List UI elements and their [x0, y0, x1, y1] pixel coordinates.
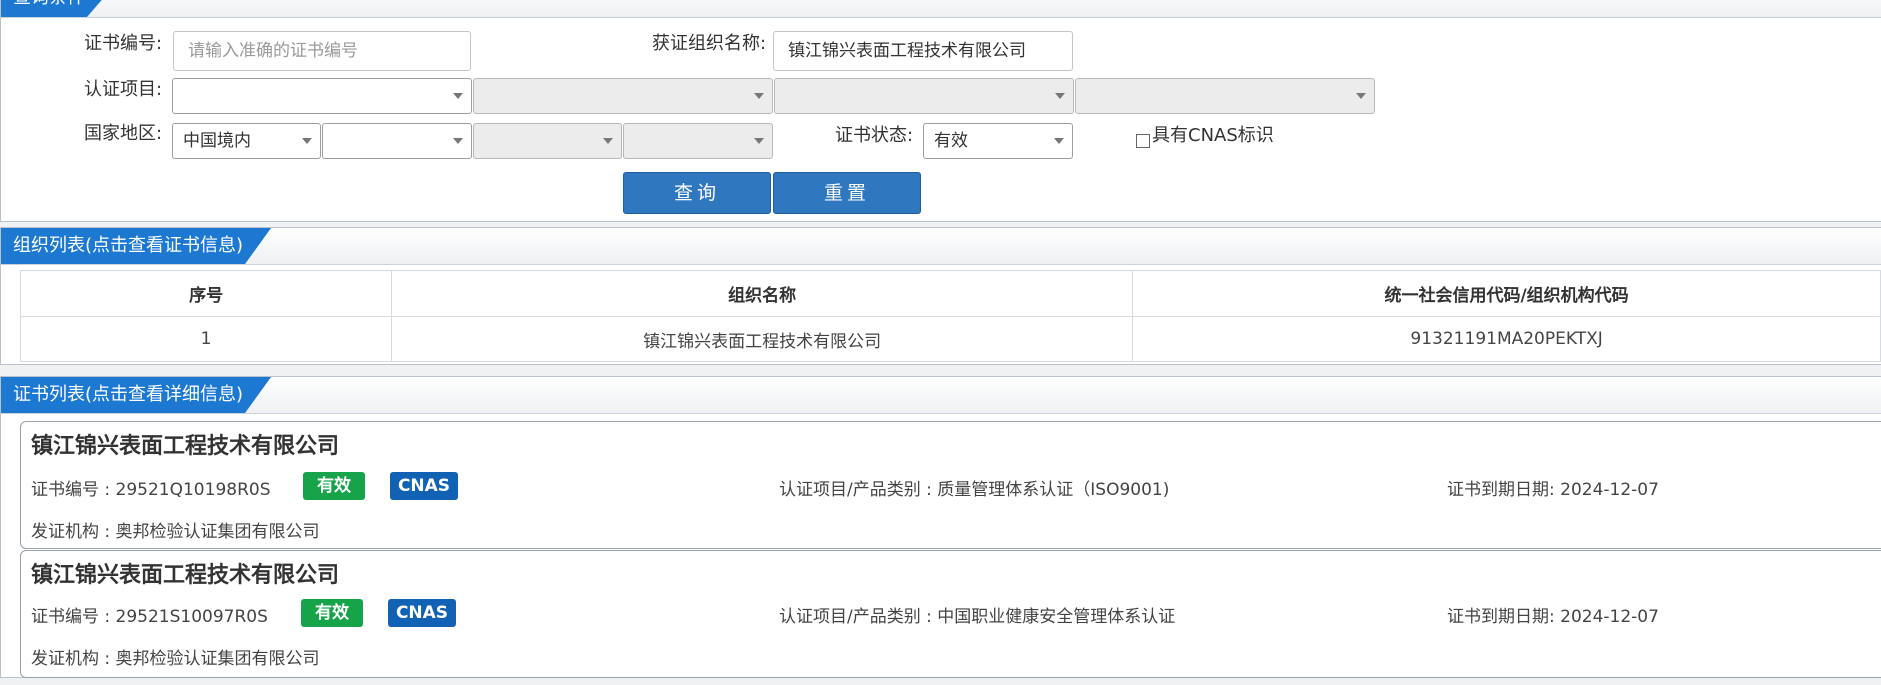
cnas-badge: CNAS [388, 599, 456, 627]
cnas-checkbox[interactable] [1136, 134, 1150, 148]
org-name-input[interactable]: 镇江锦兴表面工程技术有限公司 [773, 31, 1073, 71]
org-list-title: 组织列表(点击查看证书信息) [1, 228, 271, 264]
region-select-value: 中国境内 [183, 131, 251, 151]
region-select-province[interactable] [322, 123, 472, 159]
cert-item-select-1[interactable] [172, 78, 472, 114]
row-index: 1 [19, 316, 393, 362]
row-credit-code: 91321191MA20PEKTXJ [1132, 316, 1881, 362]
cnas-checkbox-label: 具有CNAS标识 [1152, 125, 1274, 146]
cert-item: 认证项目/产品类别 : 中国职业健康安全管理体系认证 [779, 607, 1176, 627]
cert-item-select-2[interactable] [473, 78, 773, 114]
cert-item-select-4[interactable] [1075, 78, 1375, 114]
org-name-label: 获证组织名称: [652, 33, 767, 54]
cert-org-name: 镇江锦兴表面工程技术有限公司 [31, 563, 340, 588]
region-select-district[interactable] [623, 123, 773, 159]
region-label: 国家地区: [84, 123, 163, 144]
query-panel: 查询条件 证书编号: 请输入准确的证书编号 获证组织名称: 镇江锦兴表面工程技术… [0, 0, 1881, 222]
cert-item: 认证项目/产品类别 : 质量管理体系认证（ISO9001) [779, 480, 1170, 500]
cert-no-input[interactable]: 请输入准确的证书编号 [173, 31, 471, 71]
status-select-value: 有效 [934, 131, 968, 151]
cert-number: 证书编号 : 29521S10097R0S [31, 607, 268, 627]
cert-no-label: 证书编号: [84, 33, 163, 54]
cert-expiry: 证书到期日期: 2024-12-07 [1447, 607, 1659, 627]
row-org-name[interactable]: 镇江锦兴表面工程技术有限公司 [391, 316, 1134, 362]
cert-list-header: 证书列表(点击查看详细信息) [1, 377, 1881, 414]
status-badge: 有效 [303, 472, 365, 500]
cert-number: 证书编号 : 29521Q10198R0S [31, 480, 271, 500]
reset-button[interactable]: 重置 [773, 172, 921, 214]
chevron-down-icon [453, 138, 463, 144]
col-index: 序号 [19, 270, 393, 317]
chevron-down-icon [754, 93, 764, 99]
status-label: 证书状态: [835, 125, 914, 146]
cert-card[interactable]: 镇江锦兴表面工程技术有限公司 证书编号 : 29521Q10198R0S 有效 … [20, 421, 1881, 549]
region-select-country[interactable]: 中国境内 [172, 123, 321, 159]
chevron-down-icon [453, 93, 463, 99]
table-row[interactable]: 1 镇江锦兴表面工程技术有限公司 91321191MA20PEKTXJ [19, 316, 1881, 362]
chevron-down-icon [1055, 93, 1065, 99]
chevron-down-icon [1054, 138, 1064, 144]
col-org-name: 组织名称 [391, 270, 1134, 317]
status-select[interactable]: 有效 [923, 123, 1073, 159]
cert-expiry: 证书到期日期: 2024-12-07 [1447, 480, 1659, 500]
cert-issuer: 发证机构 : 奥邦检验认证集团有限公司 [31, 522, 320, 542]
chevron-down-icon [754, 138, 764, 144]
query-button[interactable]: 查询 [623, 172, 771, 214]
cert-org-name: 镇江锦兴表面工程技术有限公司 [31, 434, 340, 459]
chevron-down-icon [302, 138, 312, 144]
region-select-city[interactable] [473, 123, 622, 159]
status-badge: 有效 [301, 599, 363, 627]
org-list-header: 组织列表(点击查看证书信息) [1, 228, 1881, 265]
col-credit-code: 统一社会信用代码/组织机构代码 [1132, 270, 1881, 317]
query-panel-header: 查询条件 [1, 0, 1881, 18]
cert-issuer: 发证机构 : 奥邦检验认证集团有限公司 [31, 649, 320, 669]
cert-item-label: 认证项目: [84, 79, 163, 100]
cert-card[interactable]: 镇江锦兴表面工程技术有限公司 证书编号 : 29521S10097R0S 有效 … [20, 550, 1881, 678]
query-panel-title: 查询条件 [1, 0, 113, 17]
cert-list-title: 证书列表(点击查看详细信息) [1, 377, 271, 413]
chevron-down-icon [1356, 93, 1366, 99]
org-table: 序号 组织名称 统一社会信用代码/组织机构代码 1 镇江锦兴表面工程技术有限公司… [19, 270, 1881, 362]
cnas-badge: CNAS [390, 472, 458, 500]
org-table-header-row: 序号 组织名称 统一社会信用代码/组织机构代码 [19, 270, 1881, 317]
cert-item-select-3[interactable] [774, 78, 1074, 114]
chevron-down-icon [603, 138, 613, 144]
